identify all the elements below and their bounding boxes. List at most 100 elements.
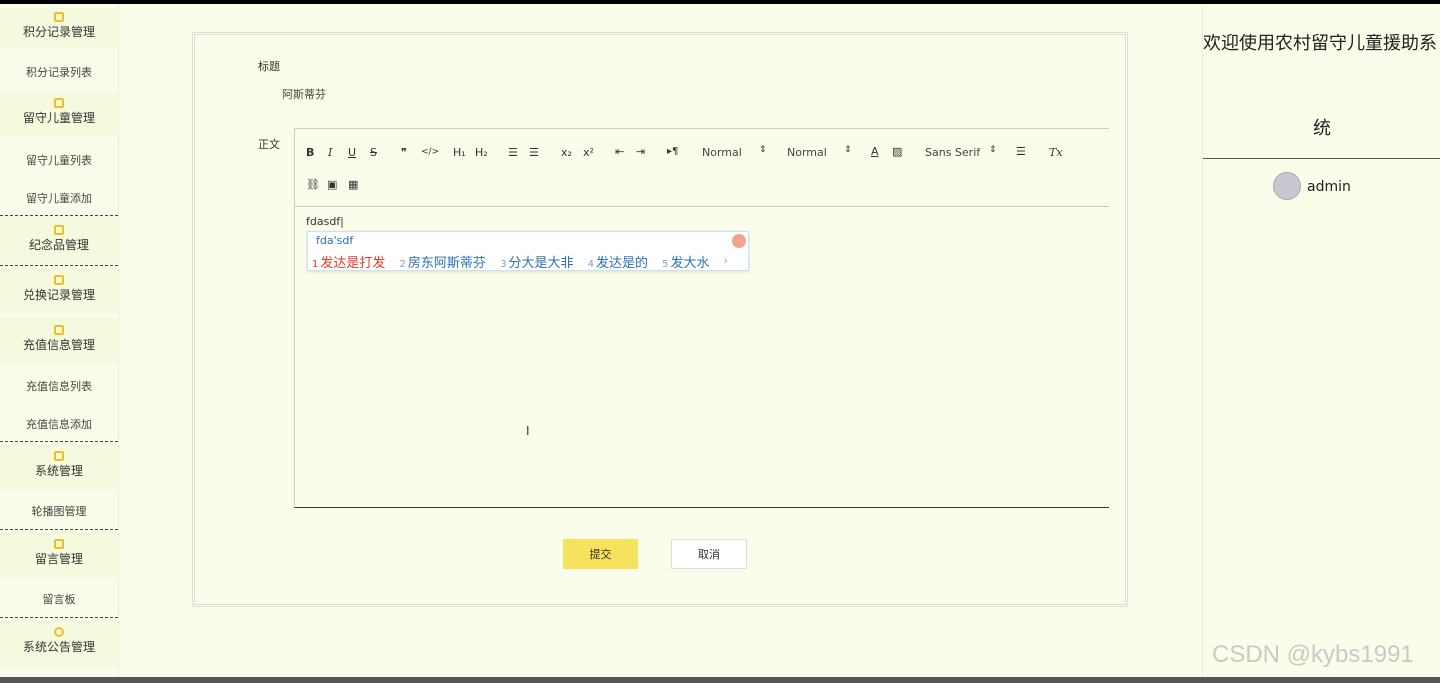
sidebar: 积分记录管理 积分记录列表 留守儿童管理 留守儿童列表 留守儿童添加 纪念品管理…: [0, 4, 119, 677]
edit-icon: [54, 325, 64, 335]
chevron-updown-icon: ⇕: [989, 145, 997, 155]
underline-button[interactable]: U: [348, 146, 356, 159]
sidebar-item-message-board[interactable]: 留言板: [0, 591, 118, 607]
body-label: 正文: [258, 138, 280, 151]
ime-candidate-text: 房东阿斯蒂芬: [407, 256, 486, 271]
ime-logo-icon: [732, 234, 746, 248]
sidebar-group-exchange[interactable]: 兑换记录管理: [0, 267, 118, 313]
ime-candidate-text: 发达是的: [595, 256, 648, 271]
ime-candidate[interactable]: 2 房东阿斯蒂芬: [400, 252, 486, 271]
sidebar-divider: [0, 441, 118, 442]
editor-toolbar: B I U S ❞ </> H₁ H₂ ☰ ☰ x₂ x² ⇤ ⇥ ▸¶ Nor…: [295, 129, 1109, 207]
editor-content[interactable]: fdasdf|: [306, 215, 344, 228]
sidebar-group-children[interactable]: 留守儿童管理: [0, 92, 118, 136]
sidebar-group-label: 系统管理: [34, 464, 83, 478]
bold-button[interactable]: B: [306, 146, 314, 159]
sidebar-item-label: 充值信息添加: [26, 418, 92, 431]
right-panel: 欢迎使用农村留守儿童援助系 统 admin: [1202, 4, 1440, 677]
picture-icon: [54, 539, 64, 549]
video-icon[interactable]: ▦: [348, 178, 358, 191]
sidebar-item-label: 留言板: [42, 593, 76, 606]
chevron-updown-icon: ⇕: [759, 145, 767, 155]
subscript-button[interactable]: x₂: [561, 146, 572, 159]
chevron-right-icon[interactable]: ›: [724, 254, 728, 267]
ordered-list-button[interactable]: ☰: [508, 146, 518, 159]
sidebar-group-souvenirs[interactable]: 纪念品管理: [0, 217, 118, 263]
username[interactable]: admin: [1307, 179, 1351, 195]
image-icon[interactable]: ▣: [327, 178, 337, 191]
text-direction-button[interactable]: ▸¶: [667, 146, 678, 157]
sidebar-group-system[interactable]: 系统管理: [0, 443, 118, 489]
sidebar-group-announcements[interactable]: 系统公告管理: [0, 619, 118, 667]
sidebar-item-children-add[interactable]: 留守儿童添加: [0, 190, 118, 206]
sidebar-group-label: 系统公告管理: [22, 640, 95, 654]
bottom-bar: [0, 677, 1440, 683]
ime-candidate[interactable]: 5 发大水: [662, 252, 709, 271]
title-input[interactable]: [282, 84, 982, 106]
edit-icon: [54, 12, 64, 22]
sidebar-group-label: 留言管理: [34, 552, 83, 566]
link-icon[interactable]: ⛓: [306, 178, 320, 191]
code-block-button[interactable]: </>: [421, 147, 439, 157]
sidebar-group-label: 兑换记录管理: [22, 288, 95, 302]
superscript-button[interactable]: x²: [583, 146, 594, 159]
ime-candidate-text: 分大是大非: [508, 256, 574, 271]
text-color-button[interactable]: A: [871, 145, 879, 158]
edit-icon: [54, 98, 64, 108]
size-select[interactable]: Normal: [702, 146, 742, 159]
sidebar-divider: [0, 265, 118, 266]
welcome-text-continued: 统: [1313, 118, 1331, 139]
sidebar-group-label: 充值信息管理: [22, 338, 95, 352]
sidebar-item-label: 留守儿童列表: [26, 154, 92, 167]
cancel-button[interactable]: 取消: [671, 539, 747, 569]
ime-candidate-text: 发大水: [670, 256, 710, 271]
sidebar-item-label: 充值信息列表: [26, 380, 92, 393]
sidebar-item-children-list[interactable]: 留守儿童列表: [0, 152, 118, 168]
ime-candidate-text: 发达是打发: [320, 256, 386, 271]
blockquote-button[interactable]: ❞: [401, 146, 407, 159]
align-icon[interactable]: ☰: [1016, 145, 1026, 158]
sidebar-group-points[interactable]: 积分记录管理: [0, 8, 118, 48]
sidebar-divider: [0, 529, 118, 530]
sidebar-item-label: 积分记录列表: [26, 66, 92, 79]
sidebar-group-messages[interactable]: 留言管理: [0, 531, 118, 577]
header-1-button[interactable]: H₁: [453, 146, 466, 159]
header-select[interactable]: Normal: [787, 146, 827, 159]
sidebar-item-carousel[interactable]: 轮播图管理: [0, 503, 118, 519]
font-select[interactable]: Sans Serif: [925, 146, 980, 159]
sidebar-group-label: 留守儿童管理: [22, 111, 95, 125]
sidebar-item-recharge-list[interactable]: 充值信息列表: [0, 378, 118, 394]
edit-icon: [54, 275, 64, 285]
title-label: 标题: [258, 60, 280, 73]
avatar[interactable]: [1273, 172, 1301, 200]
sidebar-group-label: 纪念品管理: [28, 238, 89, 252]
ime-candidate[interactable]: 1 发达是打发: [312, 252, 385, 271]
sidebar-group-label: 积分记录管理: [22, 25, 95, 39]
bullet-list-button[interactable]: ☰: [529, 146, 539, 159]
header-2-button[interactable]: H₂: [475, 146, 488, 159]
sidebar-item-points-list[interactable]: 积分记录列表: [0, 64, 118, 80]
outdent-button[interactable]: ⇤: [615, 145, 624, 158]
text-cursor-icon: I: [526, 424, 530, 438]
sidebar-divider: [0, 617, 118, 618]
ime-candidate-window: fda'sdf 1 发达是打发 2 房东阿斯蒂芬 3 分大是大非 4 发达是的 5 发大水…: [307, 231, 749, 271]
watermark: CSDN @kybs1991: [1212, 641, 1414, 668]
indent-button[interactable]: ⇥: [636, 145, 645, 158]
info-icon: [54, 627, 64, 637]
strike-button[interactable]: S: [370, 146, 377, 159]
clean-format-button[interactable]: Tx: [1049, 146, 1063, 159]
ime-candidate-list: 1 发达是打发 2 房东阿斯蒂芬 3 分大是大非 4 发达是的 5 发大水: [312, 252, 720, 271]
sidebar-item-label: 留守儿童添加: [26, 192, 92, 205]
chevron-updown-icon: ⇕: [844, 145, 852, 155]
ime-candidate[interactable]: 4 发达是的: [588, 252, 648, 271]
sidebar-item-recharge-add[interactable]: 充值信息添加: [0, 416, 118, 432]
rich-text-editor[interactable]: B I U S ❞ </> H₁ H₂ ☰ ☰ x₂ x² ⇤ ⇥ ▸¶ Nor…: [294, 128, 1109, 508]
sidebar-item-label: 轮播图管理: [31, 505, 87, 518]
edit-icon: [54, 225, 64, 235]
submit-button[interactable]: 提交: [563, 539, 638, 569]
ime-candidate[interactable]: 3 分大是大非: [500, 252, 573, 271]
background-color-icon[interactable]: ▨: [892, 145, 902, 158]
italic-button[interactable]: I: [328, 146, 332, 159]
sidebar-group-recharge[interactable]: 充值信息管理: [0, 317, 118, 363]
sidebar-divider: [0, 215, 118, 216]
